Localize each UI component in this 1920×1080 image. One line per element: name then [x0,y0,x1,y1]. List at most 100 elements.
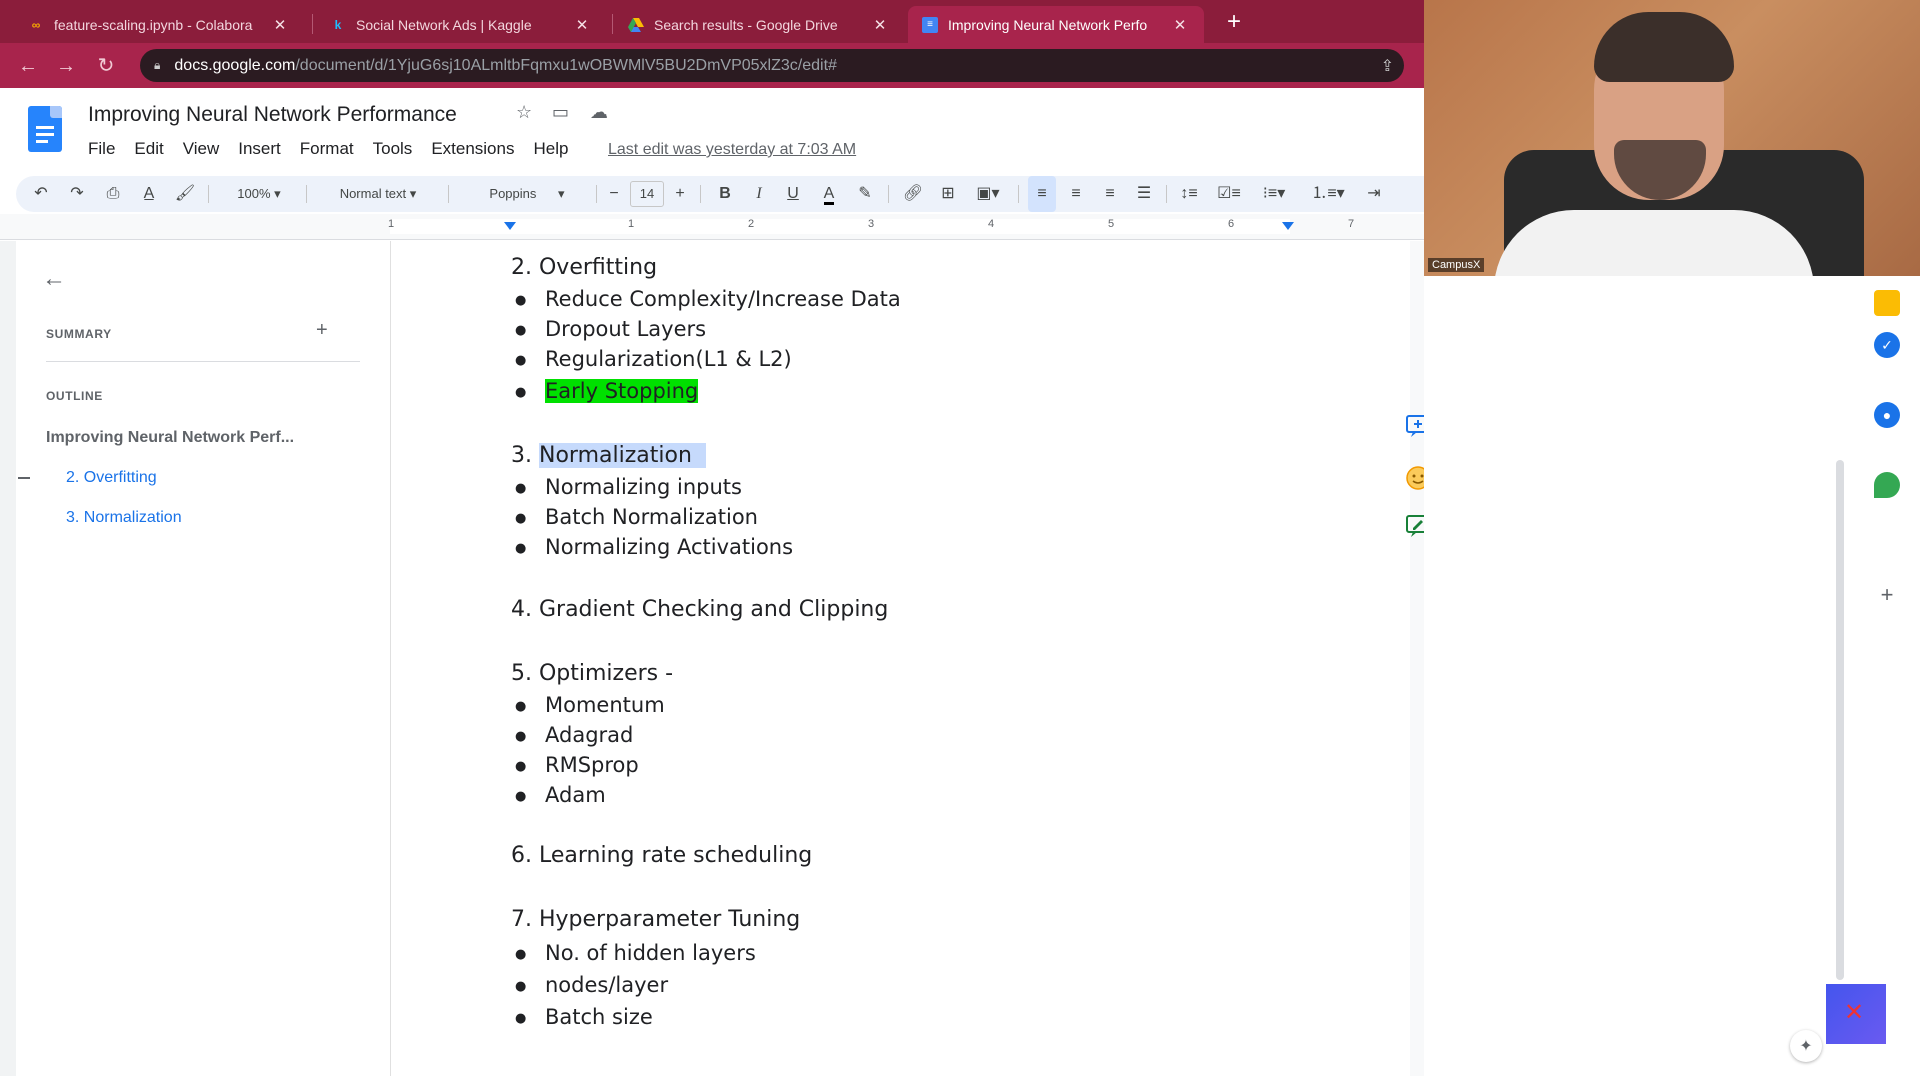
forward-icon[interactable]: → [52,52,80,80]
vertical-ruler [0,241,16,1076]
checklist-icon[interactable]: ☑≡ [1214,176,1244,212]
align-center-icon[interactable]: ≡ [1062,176,1090,212]
undo-icon[interactable]: ↶ [28,176,54,212]
heading-gradient-checking: 4. Gradient Checking and Clipping [511,597,889,622]
list-item: Batch size [515,1005,653,1029]
list-item: Dropout Layers [515,317,706,341]
close-outline-icon[interactable]: ← [42,265,66,293]
list-item: Momentum [515,693,665,717]
contacts-icon[interactable]: ● [1874,402,1900,428]
menu-view[interactable]: View [183,139,220,159]
style-value: Normal text [339,186,407,201]
increase-font-size-icon[interactable]: + [668,176,692,212]
insert-link-icon[interactable]: 🔗︎ [898,176,928,212]
add-app-icon[interactable]: + [1874,582,1900,608]
address-bar[interactable]: 🔒︎ docs.google.com /document/d/1YjuG6sj1… [140,49,1404,82]
bold-icon[interactable]: B [712,176,738,212]
outline-item-overfitting[interactable]: 2. Overfitting [66,469,157,487]
zoom-value: 100% [237,186,271,201]
tab-colab[interactable]: ∞ feature-scaling.ipynb - Colabora ✕ [14,6,304,43]
tab-title: Improving Neural Network Perfo [948,16,1148,33]
selected-text: Normalization [539,443,706,468]
redo-icon[interactable]: ↷ [64,176,90,212]
close-tab-icon[interactable]: ✕ [1170,16,1190,34]
menu-file[interactable]: File [88,139,115,159]
left-indent-marker[interactable] [504,222,516,230]
heading-hyperparameter-tuning: 7. Hyperparameter Tuning [511,907,801,932]
font-value: Poppins [489,186,537,201]
document-title[interactable]: Improving Neural Network Performance [88,103,457,127]
keep-icon[interactable] [1874,290,1900,316]
right-indent-marker[interactable] [1282,222,1294,230]
document-page[interactable]: 2. Overfitting Reduce Complexity/Increas… [390,241,1430,1076]
decrease-font-size-icon[interactable]: − [602,176,626,212]
menu-help[interactable]: Help [533,139,568,159]
last-edit-link[interactable]: Last edit was yesterday at 7:03 AM [608,141,856,159]
italic-icon[interactable]: I [746,176,772,212]
close-tab-icon[interactable]: ✕ [572,16,592,34]
green-highlight: Early Stopping [545,379,699,403]
star-icon[interactable]: ☆ [516,102,532,123]
list-item: nodes/layer [515,973,668,997]
move-folder-icon[interactable]: ▭ [552,102,569,123]
list-item: Reduce Complexity/Increase Data [515,287,901,311]
indent-icon[interactable]: ⇥ [1360,176,1388,212]
toolbar-separator [700,185,701,203]
highlight-color-icon[interactable]: ✎ [852,176,878,212]
menu-format[interactable]: Format [300,139,354,159]
tab-title: Search results - Google Drive [654,16,838,33]
list-item: RMSprop [515,753,639,777]
style-select[interactable]: Normal text ▾ [318,176,438,212]
tab-kaggle[interactable]: k Social Network Ads | Kaggle ✕ [316,6,606,43]
outline-item-normalization[interactable]: 3. Normalization [66,509,182,527]
print-icon[interactable]: ⎙ [100,176,126,212]
ruler-label: 1 [388,218,395,230]
outline-item-title[interactable]: Improving Neural Network Perf... [46,429,294,447]
bulleted-list-icon[interactable]: ⁝≡▾ [1252,176,1296,212]
reload-icon[interactable]: ↻ [92,52,120,80]
menu-extensions[interactable]: Extensions [431,139,514,159]
side-apps-strip [1856,276,1920,1080]
menu-edit[interactable]: Edit [134,139,163,159]
new-tab-button[interactable]: + [1220,8,1248,36]
align-left-icon[interactable]: ≡ [1028,176,1056,212]
list-item: Batch Normalization [515,505,758,529]
ruler-label: 6 [1228,218,1235,230]
tasks-icon[interactable]: ✓ [1874,332,1900,358]
toolbar-separator [1166,185,1167,203]
explore-icon[interactable]: ✦ [1790,1030,1822,1062]
close-tab-icon[interactable]: ✕ [270,16,290,34]
docs-logo-icon[interactable] [28,106,62,152]
insert-image-icon[interactable]: ▣▾ [968,176,1008,212]
line-spacing-icon[interactable]: ↕≡ [1174,176,1204,212]
font-size-input[interactable]: 14 [630,181,664,207]
maps-icon[interactable] [1874,472,1900,498]
back-icon[interactable]: ← [14,52,42,80]
text-color-icon[interactable]: A [816,176,842,212]
heading-learning-rate: 6. Learning rate scheduling [511,843,813,868]
ruler-label: 4 [988,218,995,230]
numbered-list-icon[interactable]: ⒈≡▾ [1306,176,1350,212]
ruler-track [390,219,1290,234]
add-summary-icon[interactable]: + [316,319,328,342]
menu-tools[interactable]: Tools [373,139,413,159]
paint-format-icon[interactable]: 🖌︎ [172,176,198,212]
divider [46,361,360,362]
justify-icon[interactable]: ☰ [1130,176,1158,212]
add-comment-icon[interactable]: ⊞ [934,176,962,212]
webcam-label: CampusX [1428,258,1485,272]
cloud-status-icon[interactable]: ☁︎ [590,102,608,123]
close-tab-icon[interactable]: ✕ [870,16,890,34]
share-icon[interactable]: ⇪ [1381,56,1394,76]
tab-docs[interactable]: ≡ Improving Neural Network Perfo ✕ [908,6,1204,43]
lock-icon: 🔒︎ [154,58,161,72]
scrollbar[interactable] [1836,460,1844,980]
underline-icon[interactable]: U [780,176,806,212]
align-right-icon[interactable]: ≡ [1096,176,1124,212]
toolbar-separator [208,185,209,203]
tab-drive[interactable]: Search results - Google Drive ✕ [614,6,904,43]
font-select[interactable]: Poppins ▾ [462,176,592,212]
spellcheck-icon[interactable]: A̲ [136,176,162,212]
zoom-select[interactable]: 100% ▾ [224,176,294,212]
menu-insert[interactable]: Insert [238,139,281,159]
